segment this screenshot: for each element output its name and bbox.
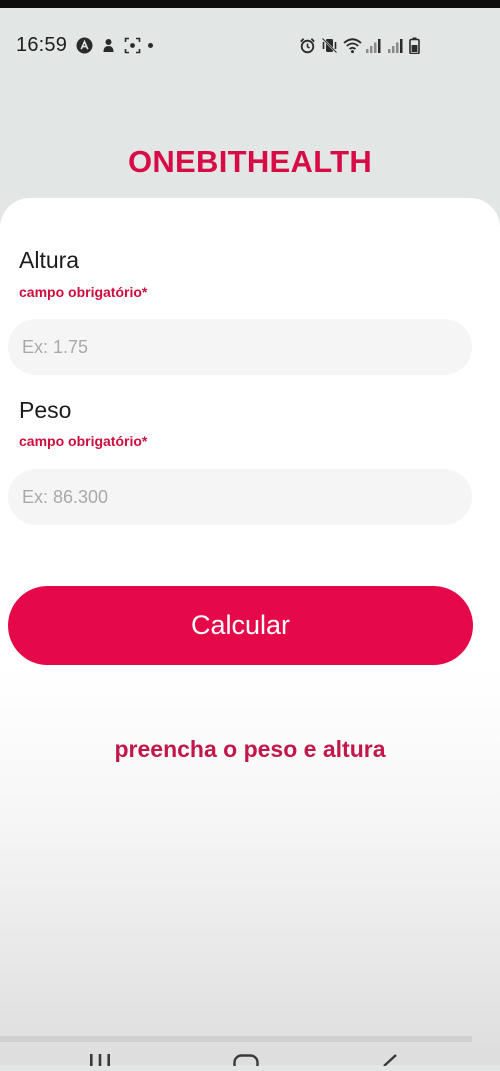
status-bar: 16:59: [0, 8, 500, 80]
calculate-button[interactable]: Calcular: [8, 586, 473, 665]
weight-input[interactable]: [8, 469, 472, 525]
status-icons-right: [299, 34, 426, 56]
form-card: Altura campo obrigatório* Peso campo obr…: [0, 198, 500, 1058]
app-title: ONEBITHEALTH: [127, 144, 373, 179]
result-message: preencha o peso e altura: [114, 736, 386, 762]
navigation-bar: [0, 1043, 500, 1071]
vibrate-icon: [321, 37, 338, 54]
bottom-divider: [0, 1036, 472, 1042]
height-input[interactable]: [8, 319, 472, 375]
notification-icon: [100, 37, 117, 54]
alarm-icon: [299, 37, 316, 54]
screenshot-icon: [124, 37, 141, 54]
status-time: 16:59: [16, 34, 68, 56]
dot-icon: [148, 42, 153, 48]
battery-icon: [409, 37, 426, 54]
back-icon[interactable]: [378, 1053, 400, 1071]
a-circle-icon: [76, 37, 93, 54]
weight-required-text: campo obrigatório*: [19, 433, 148, 449]
height-required-text: campo obrigatório*: [19, 284, 148, 300]
wifi-icon: [343, 37, 362, 54]
signal-icon: [387, 37, 404, 54]
signal-icon: [365, 37, 382, 54]
home-icon[interactable]: [233, 1053, 259, 1071]
screen-top-edge: [0, 0, 500, 8]
weight-label: Peso: [19, 397, 72, 423]
recent-apps-icon[interactable]: [88, 1053, 112, 1071]
status-icons-left: [76, 34, 153, 56]
height-label: Altura: [19, 247, 80, 273]
